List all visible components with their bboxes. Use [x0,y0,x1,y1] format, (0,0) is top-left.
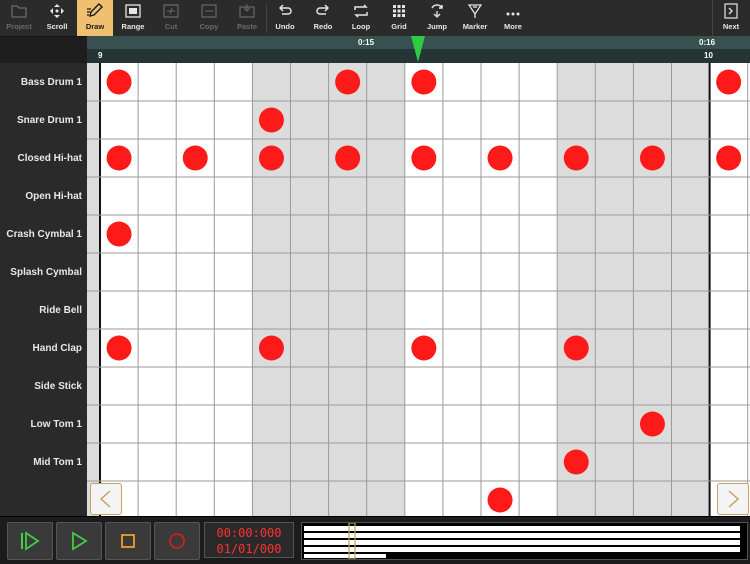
note[interactable] [258,335,284,361]
redo-icon [315,0,331,22]
draw-button[interactable]: Draw [77,0,113,36]
note[interactable] [411,145,437,171]
range-button[interactable]: Range [115,0,151,36]
loop-button[interactable]: Loop [343,0,379,36]
timeline-ruler[interactable]: 0:15 0:16 9 10 [87,36,750,63]
toolbar: Project Scroll Draw Range Cut Copy Paste… [0,0,750,37]
step-grid[interactable] [87,63,750,516]
undo-icon [277,0,293,22]
time-counter[interactable]: 00:00:000 01/01/000 [204,522,294,558]
jump-button[interactable]: Jump [419,0,455,36]
stop-button[interactable] [105,522,151,560]
note[interactable] [335,145,361,171]
note[interactable] [335,69,361,95]
track-label[interactable]: Closed Hi-hat [18,139,82,177]
more-button[interactable]: More [495,0,531,36]
note[interactable] [411,335,437,361]
track-label[interactable]: Side Stick [34,367,82,405]
note[interactable] [106,221,132,247]
range-icon [125,0,141,22]
copy-icon [201,0,217,22]
note[interactable] [487,487,513,513]
beat-shading [87,63,100,516]
note[interactable] [411,69,437,95]
track-label[interactable]: Low Tom 1 [31,405,82,443]
return-to-start-button[interactable] [7,522,53,560]
time-label: 0:15 [358,38,375,47]
note[interactable] [106,69,132,95]
note[interactable] [106,145,132,171]
scroll-icon [49,0,65,22]
track-label[interactable]: Crash Cymbal 1 [6,215,82,253]
note[interactable] [563,449,589,475]
track-label[interactable]: Splash Cymbal [10,253,82,291]
scroll-left-button[interactable] [90,483,122,515]
note[interactable] [639,145,665,171]
time-label: 0:16 [699,38,716,47]
track-label[interactable]: Ride Bell [39,291,82,329]
record-button[interactable] [154,522,200,560]
undo-button[interactable]: Undo [267,0,303,36]
more-icon [505,0,521,22]
project-button[interactable]: Project [1,0,37,36]
note[interactable] [258,145,284,171]
song-overview[interactable] [301,522,748,560]
scroll-button[interactable]: Scroll [39,0,75,36]
jump-icon [429,0,445,22]
grid-button[interactable]: Grid [381,0,417,36]
pencil-icon [86,0,104,22]
grid-canvas[interactable] [87,63,750,516]
note[interactable] [716,69,742,95]
note[interactable] [487,145,513,171]
loop-icon [352,0,370,22]
note[interactable] [182,145,208,171]
track-label[interactable]: Mid Tom 1 [33,443,82,481]
overview-tracks [304,523,740,559]
grid-icon [392,0,406,22]
folder-icon [11,0,27,22]
marker-button[interactable]: Marker [457,0,493,36]
note[interactable] [716,145,742,171]
transport-bar: 00:00:000 01/01/000 [0,516,750,564]
play-button[interactable] [56,522,102,560]
track-label[interactable]: Bass Drum 1 [21,63,82,101]
position-readout: 01/01/000 [216,542,282,556]
note[interactable] [639,411,665,437]
track-label[interactable]: Open Hi-hat [25,177,82,215]
note[interactable] [563,335,589,361]
stop-icon [121,534,135,548]
note[interactable] [258,107,284,133]
track-list: Bass Drum 1 Snare Drum 1 Closed Hi-hat Open… [0,63,87,516]
note[interactable] [563,145,589,171]
marker-icon [468,0,482,22]
redo-button[interactable]: Redo [305,0,341,36]
scroll-right-button[interactable] [717,483,749,515]
bar-number: 10 [704,51,713,60]
track-label[interactable]: Snare Drum 1 [17,101,82,139]
cut-button[interactable]: Cut [153,0,189,36]
record-icon [169,533,185,549]
playhead-marker[interactable] [410,36,426,62]
play-icon [72,531,88,551]
return-to-start-icon [21,531,40,551]
chevron-right-icon [728,490,740,508]
chevron-left-icon [99,490,111,508]
paste-icon [239,0,255,22]
cut-icon [163,0,179,22]
note[interactable] [106,335,132,361]
bar-number: 9 [98,51,103,60]
time-readout: 00:00:000 [216,526,282,540]
copy-button[interactable]: Copy [191,0,227,36]
paste-button[interactable]: Paste [229,0,265,36]
track-label[interactable]: Hand Clap [33,329,82,367]
next-page-icon [724,0,738,22]
next-button[interactable]: Next [712,0,749,36]
